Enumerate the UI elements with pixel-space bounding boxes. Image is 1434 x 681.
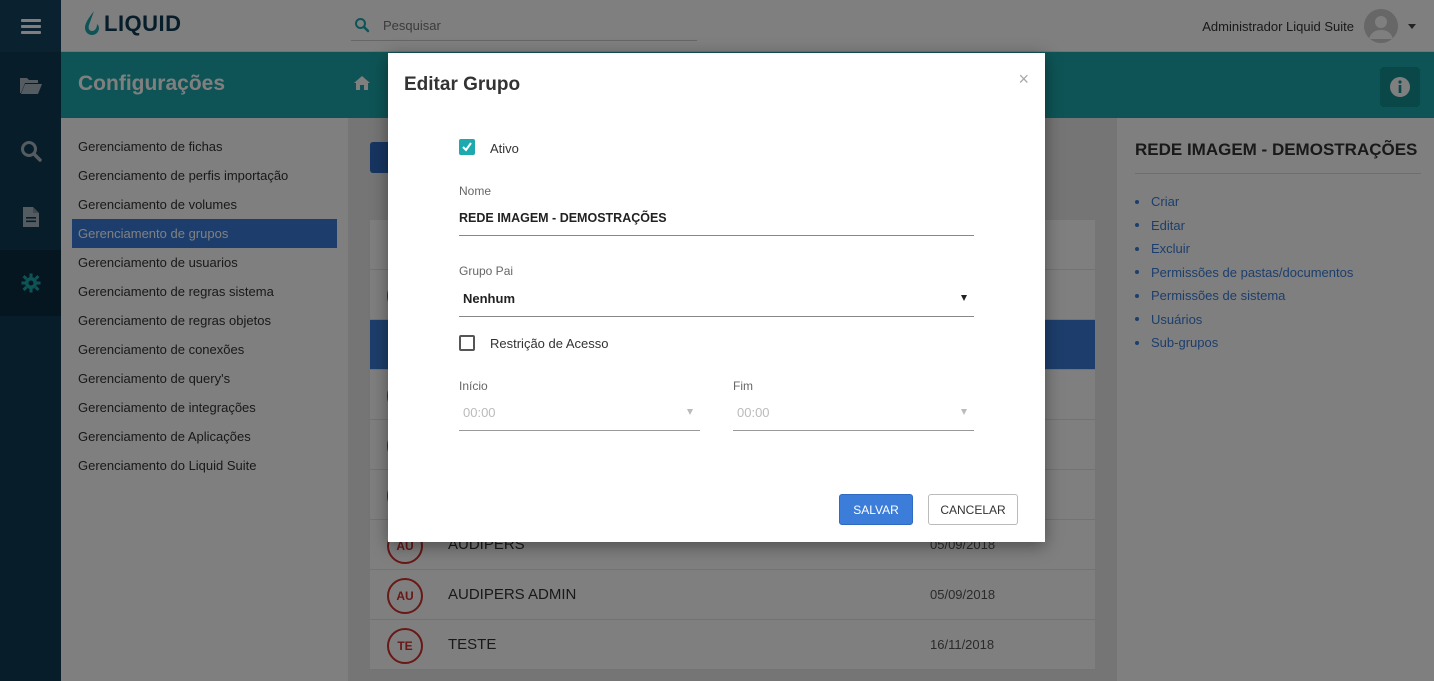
save-button[interactable]: SALVAR	[839, 494, 913, 525]
cancel-button[interactable]: CANCELAR	[928, 494, 1018, 525]
ativo-label: Ativo	[490, 141, 519, 156]
dropdown-arrow-icon[interactable]	[961, 409, 967, 415]
close-icon[interactable]: ×	[1018, 69, 1029, 90]
dropdown-arrow-icon[interactable]	[687, 409, 693, 415]
dialog-title: Editar Grupo	[404, 74, 521, 95]
nome-field[interactable]: REDE IMAGEM - DEMOSTRAÇÕES	[459, 211, 667, 225]
edit-group-dialog: Editar Grupo × Ativo Nome REDE IMAGEM - …	[388, 53, 1045, 542]
restricao-checkbox[interactable]	[459, 335, 475, 351]
restricao-label: Restrição de Acesso	[490, 336, 609, 351]
inicio-select[interactable]: 00:00	[463, 405, 496, 420]
fim-select[interactable]: 00:00	[737, 405, 770, 420]
grupo-pai-select[interactable]: Nenhum	[463, 291, 515, 306]
nome-underline	[459, 235, 974, 236]
fim-label: Fim	[733, 379, 753, 393]
checkmark-icon	[462, 142, 472, 152]
grupo-pai-underline	[459, 316, 974, 317]
grupo-pai-label: Grupo Pai	[459, 264, 514, 278]
inicio-underline	[459, 430, 700, 431]
ativo-checkbox[interactable]	[459, 139, 475, 155]
fim-underline	[733, 430, 974, 431]
nome-label: Nome	[459, 184, 492, 198]
inicio-label: Início	[459, 379, 488, 393]
dropdown-arrow-icon[interactable]	[961, 295, 967, 301]
